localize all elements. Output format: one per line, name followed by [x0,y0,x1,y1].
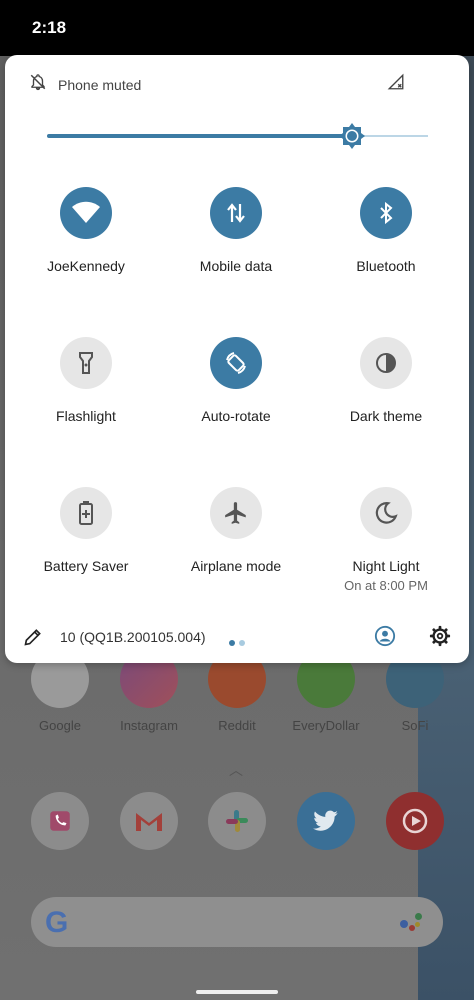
build-number[interactable]: 10 (QQ1B.200105.004) [60,629,206,645]
google-search-bar[interactable] [31,897,443,947]
tile-dark-theme[interactable]: Dark theme [311,337,461,424]
tile-airplane-mode[interactable]: Airplane mode [161,487,311,574]
phone-app-icon[interactable] [31,792,89,850]
quick-settings-panel: Phone muted JoeKennedy Mobile data Bluet… [5,55,469,663]
page-dot-active [229,640,235,646]
quick-settings-footer: 10 (QQ1B.200105.004) [5,615,469,659]
mobile-data-icon[interactable] [210,187,262,239]
brightness-slider-fill[interactable] [47,134,352,138]
tile-label: Dark theme [349,408,423,424]
ringer-status-label: Phone muted [58,76,142,93]
settings-gear-icon[interactable] [429,625,451,652]
app-label: Reddit [218,718,256,733]
edit-pencil-icon[interactable] [23,627,43,652]
tile-mobile-data[interactable]: Mobile data [161,187,311,274]
page-indicator [229,633,249,651]
tile-auto-rotate[interactable]: Auto-rotate [161,337,311,424]
app-drawer-chevron-icon[interactable]: ︿ [229,760,243,780]
no-signal-icon [387,73,405,96]
tile-wifi[interactable]: JoeKennedy [11,187,161,274]
bell-off-icon [29,73,47,96]
brightness-slider-thumb[interactable] [338,122,366,150]
tile-label: Night Light [352,558,420,574]
tile-battery-saver[interactable]: Battery Saver [11,487,161,574]
twitter-app-icon[interactable] [297,792,355,850]
tile-label: Mobile data [199,258,273,274]
app-label: Instagram [120,718,178,733]
tile-bluetooth[interactable]: Bluetooth [311,187,461,274]
auto-rotate-icon[interactable] [210,337,262,389]
tile-night-light[interactable]: Night Light On at 8:00 PM [311,487,461,593]
slack-app-icon[interactable] [208,792,266,850]
tile-flashlight[interactable]: Flashlight [11,337,161,424]
ringer-status[interactable]: Phone muted [29,73,141,96]
tile-sublabel: On at 8:00 PM [344,578,428,593]
app-label: EveryDollar [292,718,360,733]
tile-label: Auto-rotate [201,408,271,424]
tile-label: Battery Saver [43,558,129,574]
page-dot [239,640,245,646]
night-light-icon[interactable] [360,487,412,539]
google-logo-icon: G [45,906,69,939]
bluetooth-icon[interactable] [360,187,412,239]
flashlight-icon[interactable] [60,337,112,389]
airplane-icon[interactable] [210,487,262,539]
google-assistant-icon[interactable] [400,912,424,934]
battery-saver-icon[interactable] [60,487,112,539]
gmail-app-icon[interactable] [120,792,178,850]
status-time: 2:18 [32,18,67,37]
user-account-icon[interactable] [374,625,396,652]
dark-theme-icon[interactable] [360,337,412,389]
gesture-navigation-bar[interactable] [196,990,278,994]
youtube-music-app-icon[interactable] [386,792,444,850]
tile-label: Airplane mode [190,558,282,574]
status-bar: 2:18 [0,0,474,56]
tile-label: Bluetooth [356,258,416,274]
wifi-icon[interactable] [60,187,112,239]
tile-label: JoeKennedy [47,258,125,274]
tile-label: Flashlight [56,408,116,424]
app-label: SoFi [401,718,429,733]
app-label: Google [39,718,81,733]
